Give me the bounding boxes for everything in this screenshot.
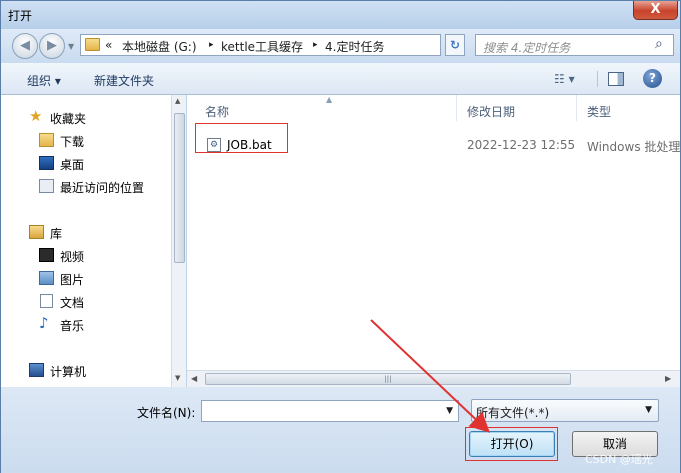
forward-arrow-icon: ▶ (47, 38, 57, 53)
view-options-icon[interactable]: ☷ ▾ (554, 72, 575, 86)
refresh-icon: ↻ (449, 38, 461, 52)
star-icon: ★ (29, 107, 43, 125)
close-button[interactable]: X (633, 1, 678, 20)
filename-dropdown-icon[interactable]: ▼ (446, 406, 453, 416)
breadcrumb-current[interactable]: 4.定时任务 (325, 38, 384, 55)
file-list-horizontal-scrollbar[interactable]: ◀ ||| ▶ (187, 370, 680, 387)
command-toolbar: 组织 ▾ 新建文件夹 ☷ ▾ ? (1, 63, 680, 95)
sidebar-item-pictures[interactable]: 图片 (60, 271, 84, 288)
file-type: Windows 批处理 (587, 140, 681, 154)
title-bar: 打开 X (1, 1, 680, 29)
scroll-down-icon[interactable]: ▼ (175, 374, 180, 382)
column-header-name[interactable]: 名称 (187, 95, 457, 121)
toolbar-divider (597, 71, 598, 87)
documents-icon (40, 294, 53, 308)
sidebar-item-music[interactable]: 音乐 (60, 317, 84, 334)
filename-label: 文件名(N): (137, 406, 196, 420)
pictures-icon (39, 271, 54, 285)
refresh-button[interactable]: ↻ (445, 34, 465, 56)
breadcrumb-separator[interactable]: ▸ (209, 40, 214, 50)
sidebar-item-desktop[interactable]: 桌面 (60, 156, 84, 173)
sidebar-item-videos[interactable]: 视频 (60, 248, 84, 265)
music-icon: ♪ (39, 314, 49, 332)
forward-button[interactable]: ▶ (39, 33, 65, 59)
watermark: CSDN @瑶光 (585, 453, 653, 466)
back-arrow-icon: ◀ (20, 38, 30, 53)
navigation-bar: ◀ ▶ ▼ « 本地磁盘 (G:) ▸ kettle工具缓存 ▸ 4.定时任务 … (1, 29, 680, 63)
navigation-pane: ★ 收藏夹 下载 桌面 最近访问的位置 库 视频 图片 文档 ♪ 音乐 计算机 (1, 95, 171, 387)
search-icon[interactable]: ⌕ (655, 36, 663, 52)
file-type-filter-value: 所有文件(*.*) (476, 406, 550, 420)
preview-pane-icon[interactable] (608, 72, 624, 86)
horizontal-scroll-thumb[interactable]: ||| (205, 373, 571, 385)
column-header-modified[interactable]: 修改日期 (457, 95, 577, 121)
sidebar-computer[interactable]: 计算机 (50, 363, 86, 380)
search-placeholder: 搜索 4.定时任务 (483, 41, 571, 55)
column-modified-label: 修改日期 (467, 105, 516, 119)
column-header-type[interactable]: 类型 (577, 95, 680, 121)
open-button[interactable]: 打开(O) (469, 431, 555, 457)
recent-locations-dropdown[interactable]: ▼ (68, 42, 74, 51)
filter-dropdown-icon[interactable]: ▼ (645, 405, 652, 415)
library-icon (29, 225, 44, 239)
organize-button[interactable]: 组织 ▾ (27, 72, 61, 89)
file-list: 名称 ▲ 修改日期 类型 ⚙ JOB.bat 2022-12-23 12:55 … (187, 95, 680, 387)
file-modified: 2022-12-23 12:55 (467, 138, 576, 152)
sidebar-item-recent[interactable]: 最近访问的位置 (60, 179, 144, 196)
filename-input[interactable]: ▼ (201, 400, 459, 422)
open-file-dialog: 打开 X ◀ ▶ ▼ « 本地磁盘 (G:) ▸ kettle工具缓存 ▸ 4.… (0, 0, 681, 473)
breadcrumb-overflow[interactable]: « (105, 38, 112, 52)
breadcrumb-kettle[interactable]: kettle工具缓存 (221, 38, 303, 55)
column-name-label: 名称 (205, 105, 230, 119)
sidebar-scrollbar[interactable]: ▲ ▼ (171, 95, 186, 387)
back-button[interactable]: ◀ (12, 33, 38, 59)
sort-ascending-icon: ▲ (326, 95, 333, 104)
sidebar-scroll-thumb[interactable] (174, 113, 185, 263)
recent-places-icon (39, 179, 54, 193)
dialog-footer: 文件名(N): ▼ 所有文件(*.*) ▼ 打开(O) 取消 CSDN @瑶光 (1, 387, 680, 473)
scroll-left-icon[interactable]: ◀ (191, 374, 197, 383)
computer-icon (29, 363, 44, 377)
file-type-filter[interactable]: 所有文件(*.*) ▼ (471, 399, 659, 422)
sidebar-item-downloads[interactable]: 下载 (60, 133, 84, 150)
address-bar[interactable]: « 本地磁盘 (G:) ▸ kettle工具缓存 ▸ 4.定时任务 ▼ (80, 34, 441, 56)
scroll-right-icon[interactable]: ▶ (665, 374, 671, 383)
desktop-icon (39, 156, 54, 170)
window-title: 打开 (8, 9, 33, 23)
sidebar-item-documents[interactable]: 文档 (60, 294, 84, 311)
column-type-label: 类型 (587, 105, 612, 119)
sidebar-favorites[interactable]: 收藏夹 (50, 110, 86, 127)
scroll-up-icon[interactable]: ▲ (175, 97, 180, 105)
file-name[interactable]: JOB.bat (227, 138, 272, 152)
video-icon (39, 248, 54, 262)
search-box[interactable]: 搜索 4.定时任务 ⌕ (475, 34, 674, 56)
breadcrumb-drive[interactable]: 本地磁盘 (G:) (122, 38, 197, 55)
folder-icon (85, 38, 100, 51)
help-icon[interactable]: ? (643, 69, 662, 88)
new-folder-button[interactable]: 新建文件夹 (94, 72, 154, 89)
downloads-folder-icon (39, 133, 54, 147)
sidebar-libraries[interactable]: 库 (50, 225, 62, 242)
batch-file-icon: ⚙ (207, 138, 221, 152)
breadcrumb-separator[interactable]: ▸ (313, 40, 318, 50)
